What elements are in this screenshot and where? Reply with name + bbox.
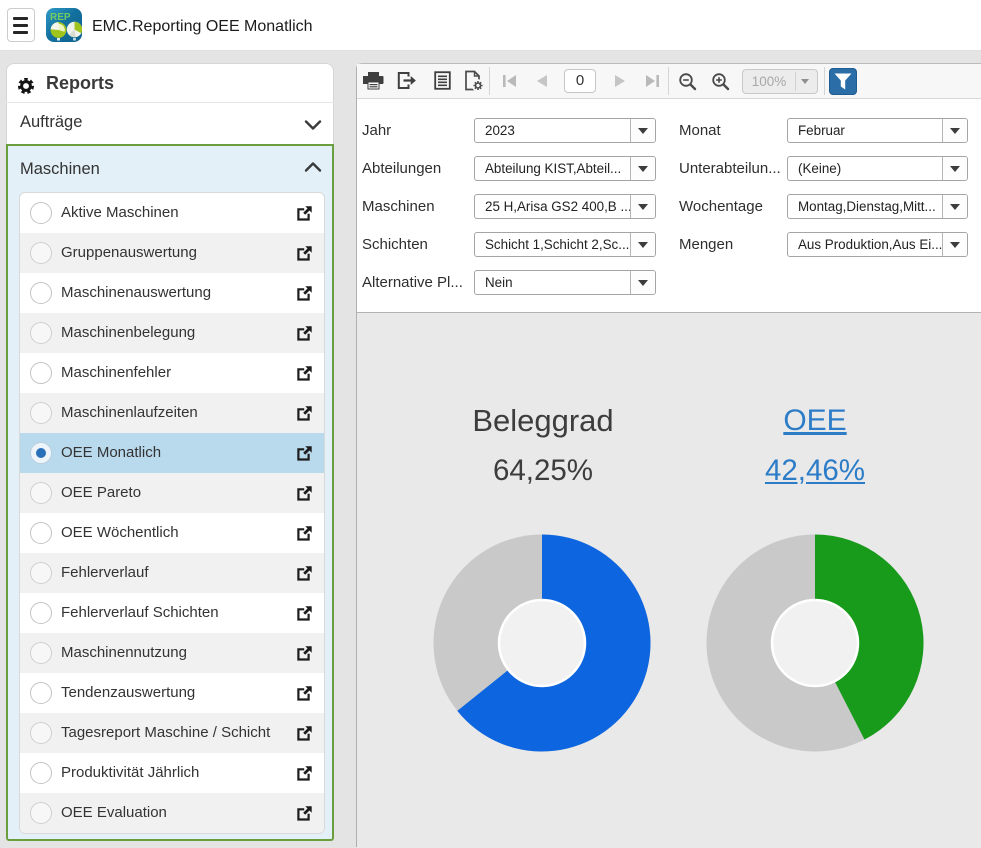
svg-text:REP: REP (50, 12, 71, 23)
